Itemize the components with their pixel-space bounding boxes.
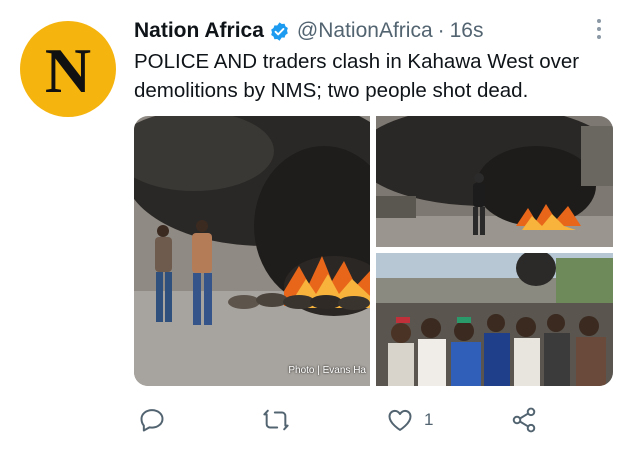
photo-credit: Photo | Evans Ha: [288, 365, 366, 376]
like-count: 1: [424, 410, 434, 429]
account-handle[interactable]: @NationAfrica: [297, 19, 433, 43]
retweet-icon: [263, 409, 289, 431]
tweet-text: POLICE AND traders clash in Kahawa West …: [134, 50, 580, 102]
verified-badge-icon: [271, 21, 288, 41]
avatar[interactable]: N: [20, 21, 116, 117]
account-name[interactable]: Nation Africa: [134, 19, 264, 43]
photo-men-walking-burning-tyres[interactable]: Photo | Evans Ha: [134, 116, 370, 386]
reply-button[interactable]: [138, 406, 166, 434]
media-grid: Photo | Evans Ha: [134, 116, 613, 386]
like-button[interactable]: 1: [386, 406, 433, 434]
tweet-actions: 1: [0, 400, 634, 440]
avatar-letter: N: [44, 35, 92, 106]
photo-crowd[interactable]: [376, 253, 613, 386]
share-icon: [512, 407, 536, 433]
tweet-header: Nation Africa @NationAfrica · 16s: [134, 16, 483, 46]
timestamp[interactable]: 16s: [450, 19, 484, 43]
reply-icon: [140, 409, 164, 432]
photo-man-burning-road[interactable]: [376, 116, 613, 247]
separator-dot: ·: [437, 19, 445, 42]
retweet-button[interactable]: [261, 406, 291, 434]
heart-icon: [388, 409, 412, 431]
tweet[interactable]: N Nation Africa @NationAfrica · 16s POLI…: [0, 0, 634, 457]
more-options-icon[interactable]: [592, 19, 606, 43]
share-button[interactable]: [510, 406, 538, 434]
